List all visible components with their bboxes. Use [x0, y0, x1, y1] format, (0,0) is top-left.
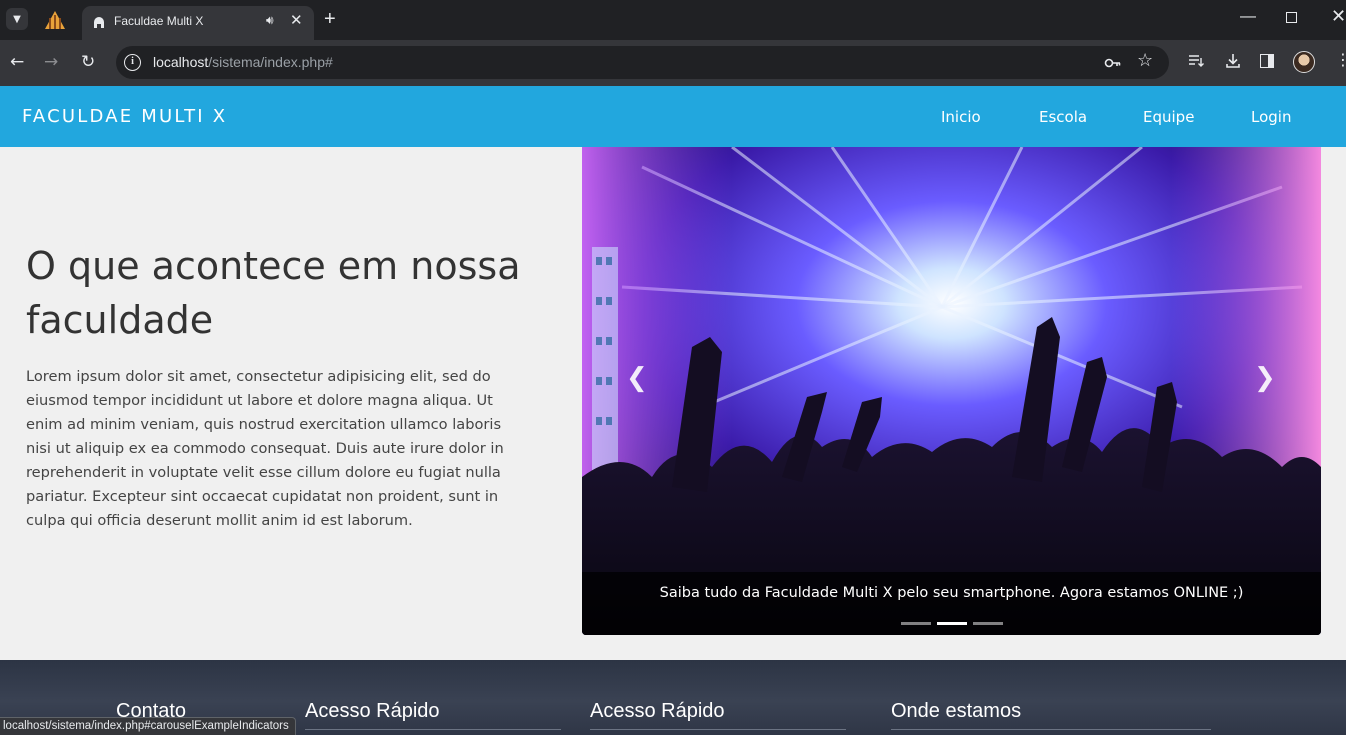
tab-title: Faculdae Multi X	[114, 14, 204, 28]
url-host: localhost	[153, 54, 209, 70]
nav-link-inicio[interactable]: Inicio	[941, 108, 981, 126]
tab-search-chevron-icon[interactable]: ▼	[6, 8, 28, 30]
password-key-icon[interactable]	[1104, 54, 1122, 72]
new-tab-plus-icon[interactable]: +	[324, 8, 336, 30]
nav-link-login[interactable]: Login	[1251, 108, 1291, 126]
url-path: /sistema/index.php#	[208, 54, 333, 70]
footer-divider	[590, 729, 846, 730]
side-panel-icon[interactable]	[1260, 54, 1274, 68]
forward-arrow-icon[interactable]: →	[44, 52, 58, 72]
tab-favicon-icon	[94, 17, 104, 28]
footer-heading-text: Acesso Rápido	[590, 700, 725, 722]
site-info-icon[interactable]: i	[124, 54, 141, 71]
hero-heading: O que acontece em nossa faculdade	[26, 244, 521, 342]
browser-toolbar: ← → ↻ i localhost/sistema/index.php# ☆ ⋮	[0, 40, 1346, 86]
pinned-tab-favicon-icon[interactable]	[44, 10, 66, 30]
tab-audio-icon[interactable]: 🔊︎	[266, 13, 274, 28]
tab-close-icon[interactable]: ✕	[290, 11, 303, 29]
back-arrow-icon[interactable]: ←	[10, 52, 24, 72]
address-bar[interactable]: i localhost/sistema/index.php# ☆	[116, 46, 1169, 79]
reload-icon[interactable]: ↻	[81, 52, 95, 72]
browser-menu-icon[interactable]: ⋮	[1335, 50, 1346, 69]
web-page: FACULDAE MULTI X Inicio Escola Equipe Lo…	[0, 86, 1346, 735]
carousel-indicator-3[interactable]	[973, 622, 1003, 625]
footer-heading-acesso-rapido-2: Acesso Rápido	[590, 700, 846, 730]
carousel-prev-chevron-icon[interactable]: ❮	[626, 363, 648, 393]
browser-tabstrip: ▼ Faculdae Multi X 🔊︎ ✕ + — ✕	[0, 0, 1346, 40]
profile-avatar[interactable]	[1293, 51, 1315, 73]
carousel-indicator-1[interactable]	[901, 622, 931, 625]
carousel-slide-concert-image	[582, 147, 1321, 635]
carousel-indicators	[901, 622, 1003, 625]
window-minimize-icon[interactable]: —	[1240, 8, 1256, 26]
footer-heading-acesso-rapido-1: Acesso Rápido	[305, 700, 561, 730]
site-brand[interactable]: FACULDAE MULTI X	[22, 106, 227, 127]
footer-divider	[891, 729, 1211, 730]
carousel: ❮ ❯ Saiba tudo da Faculdade Multi X pelo…	[582, 147, 1321, 635]
hero-text: Lorem ipsum dolor sit amet, consectetur …	[26, 368, 504, 529]
footer-heading-text: Acesso Rápido	[305, 700, 440, 722]
nav-link-escola[interactable]: Escola	[1039, 108, 1087, 126]
nav-link-equipe[interactable]: Equipe	[1143, 108, 1194, 126]
carousel-caption-bar: Saiba tudo da Faculdade Multi X pelo seu…	[582, 572, 1321, 635]
bookmark-star-icon[interactable]: ☆	[1137, 50, 1153, 71]
carousel-caption: Saiba tudo da Faculdade Multi X pelo seu…	[659, 585, 1244, 601]
footer-heading-text: Onde estamos	[891, 700, 1022, 722]
active-tab[interactable]: Faculdae Multi X 🔊︎ ✕	[82, 6, 314, 40]
carousel-indicator-2[interactable]	[937, 622, 967, 625]
window-maximize-icon[interactable]	[1286, 12, 1297, 23]
url-text[interactable]: localhost/sistema/index.php#	[153, 54, 333, 70]
download-icon[interactable]	[1224, 52, 1242, 70]
site-navbar: FACULDAE MULTI X Inicio Escola Equipe Lo…	[0, 86, 1346, 147]
reading-list-icon[interactable]	[1187, 52, 1205, 70]
footer-divider	[305, 729, 561, 730]
carousel-next-chevron-icon[interactable]: ❯	[1254, 363, 1276, 393]
link-status-bubble: localhost/sistema/index.php#carouselExam…	[0, 717, 296, 735]
footer-heading-onde-estamos: Onde estamos	[891, 700, 1211, 730]
page-right-gutter	[1321, 147, 1346, 660]
window-close-icon[interactable]: ✕	[1331, 6, 1346, 27]
